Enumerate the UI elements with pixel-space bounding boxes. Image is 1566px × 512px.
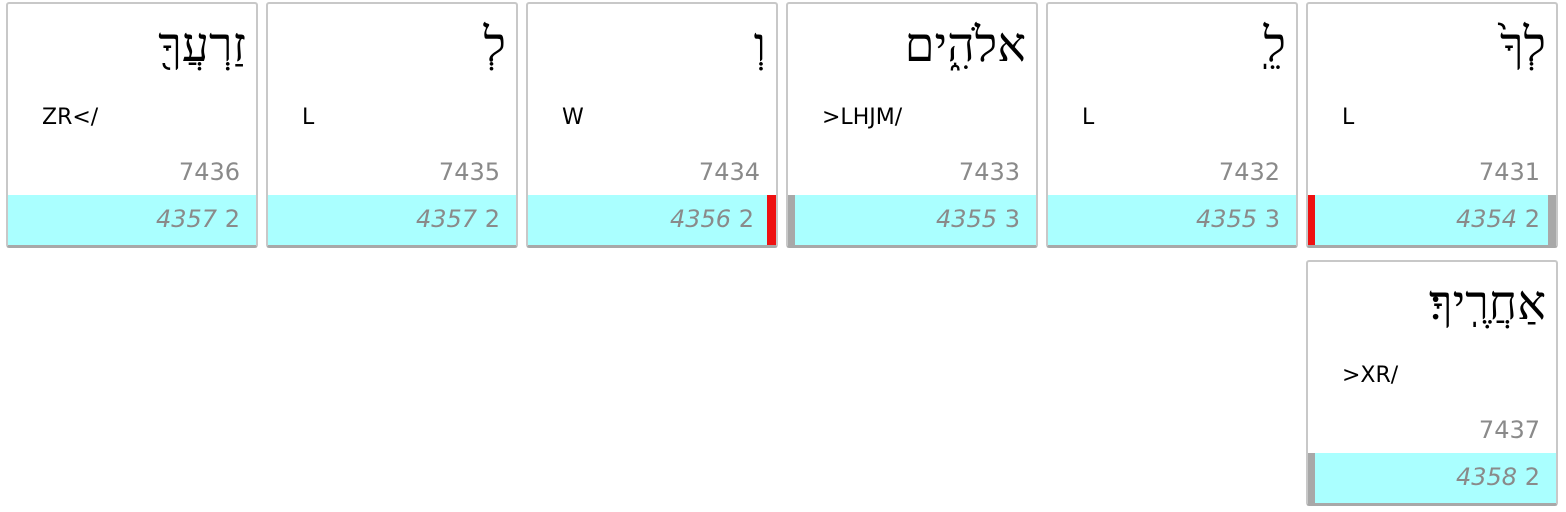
phrase-count: 2: [484, 205, 500, 233]
clause-boundary-marker: [1308, 195, 1315, 245]
word-number: 7431: [1478, 158, 1540, 186]
hebrew-word: אלֹהִ֑ים: [904, 17, 1026, 73]
word-number: 7432: [1218, 158, 1280, 186]
hebrew-word: אַחֲרֶֽיךָ׃: [1429, 275, 1546, 331]
phrase-bar: 4355 3: [788, 195, 1036, 245]
phrase-count: 2: [1524, 463, 1540, 491]
phrase-bar: 4358 2: [1308, 453, 1556, 503]
hebrew-word: לְךָ֙: [1499, 17, 1546, 73]
phrase-info: 4355 3: [1196, 205, 1280, 233]
hebrew-word: לֵֽ: [1263, 17, 1286, 73]
word-number: 7435: [438, 158, 500, 186]
word-card[interactable]: לֵֽ L 7432 4355 3: [1046, 2, 1298, 248]
phrase-number: 4357: [416, 205, 478, 233]
word-card[interactable]: אַחֲרֶֽיךָ׃ >XR/ 7437 4358 2: [1306, 260, 1558, 506]
phrase-count: 2: [224, 205, 240, 233]
hebrew-word: זַרְעֲךָ֖: [158, 17, 246, 73]
word-card[interactable]: אלֹהִ֑ים >LHJM/ 7433 4355 3: [786, 2, 1038, 248]
phrase-number: 4355: [1196, 205, 1258, 233]
word-card[interactable]: וְ W 7434 4356 2: [526, 2, 778, 248]
phrase-number: 4354: [1456, 205, 1518, 233]
phrase-bar: 4357 2: [268, 195, 516, 245]
lexeme-label: W: [562, 105, 584, 130]
phrase-info: 4356 2: [670, 205, 754, 233]
phrase-info: 4358 2: [1456, 463, 1540, 491]
phrase-boundary-marker: [1548, 195, 1556, 245]
lexeme-label: >LHJM/: [822, 105, 903, 130]
hebrew-word: וְ: [753, 17, 766, 73]
phrase-bar: 4357 2: [8, 195, 256, 245]
word-number: 7437: [1478, 416, 1540, 444]
lexeme-label: L: [302, 105, 315, 130]
phrase-bar: 4356 2: [528, 195, 776, 245]
lexeme-label: ZR</: [42, 105, 99, 130]
phrase-info: 4355 3: [936, 205, 1020, 233]
word-card[interactable]: לְ L 7435 4357 2: [266, 2, 518, 248]
phrase-bar: 4354 2: [1308, 195, 1556, 245]
phrase-boundary-marker: [788, 195, 795, 245]
word-number: 7434: [698, 158, 760, 186]
phrase-count: 2: [1524, 205, 1540, 233]
word-number: 7433: [958, 158, 1020, 186]
lexeme-label: >XR/: [1342, 363, 1399, 388]
word-number: 7436: [178, 158, 240, 186]
word-card[interactable]: לְךָ֙ L 7431 4354 2: [1306, 2, 1558, 248]
phrase-boundary-marker: [1308, 453, 1315, 503]
lexeme-label: L: [1082, 105, 1095, 130]
phrase-number: 4356: [670, 205, 732, 233]
lexeme-label: L: [1342, 105, 1355, 130]
phrase-bar: 4355 3: [1048, 195, 1296, 245]
phrase-count: 2: [738, 205, 754, 233]
phrase-info: 4354 2: [1456, 205, 1540, 233]
phrase-count: 3: [1264, 205, 1280, 233]
phrase-info: 4357 2: [156, 205, 240, 233]
phrase-number: 4355: [936, 205, 998, 233]
phrase-number: 4357: [156, 205, 218, 233]
hebrew-word: לְ: [483, 17, 506, 73]
phrase-info: 4357 2: [416, 205, 500, 233]
clause-boundary-marker: [767, 195, 776, 245]
phrase-count: 3: [1004, 205, 1020, 233]
word-card[interactable]: זַרְעֲךָ֖ ZR</ 7436 4357 2: [6, 2, 258, 248]
phrase-number: 4358: [1456, 463, 1518, 491]
